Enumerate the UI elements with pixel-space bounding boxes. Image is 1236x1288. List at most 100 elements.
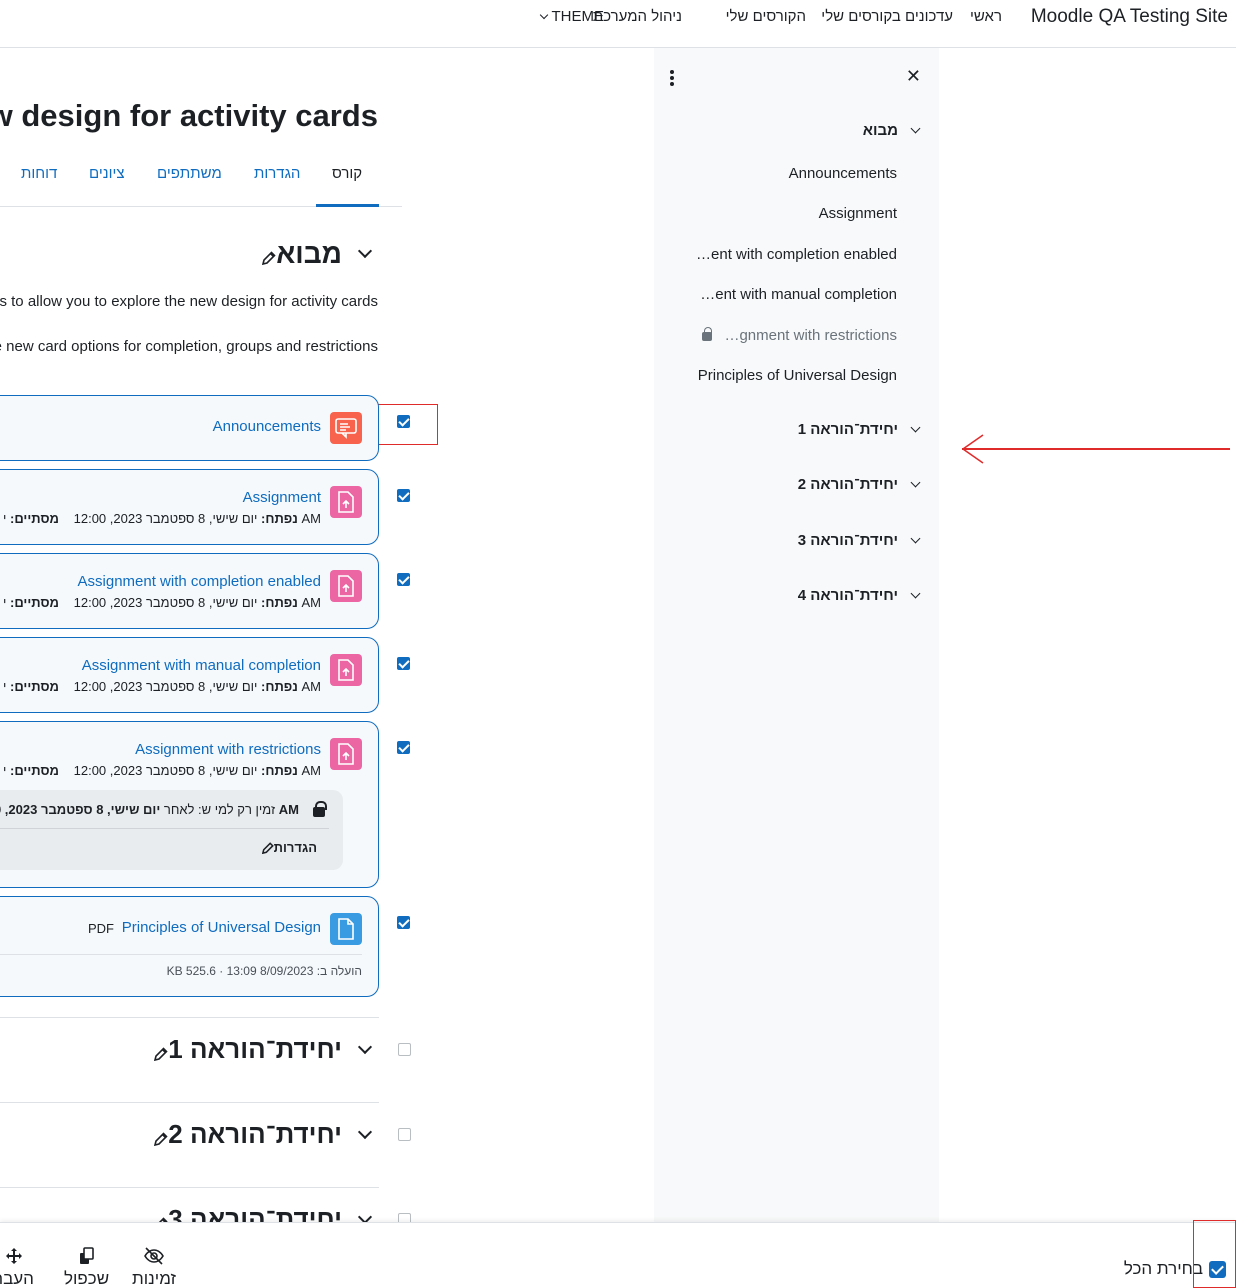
activity-select-checkbox[interactable] — [397, 916, 410, 929]
restriction-edit-button[interactable]: הגדרות — [256, 840, 317, 855]
section-summary-line: s to allow you to explore the new design… — [0, 293, 378, 310]
restriction-edit-label: הגדרות — [273, 840, 317, 855]
activity-due-date: מסתיים: י — [3, 679, 59, 694]
close-icon[interactable]: ✕ — [906, 66, 921, 87]
annotation-arrow-head — [962, 434, 984, 464]
activity-card-assignment-manual[interactable]: Assignment with manual completion נפתח: … — [0, 637, 379, 713]
move-icon — [5, 1248, 22, 1264]
assignment-icon — [330, 654, 362, 686]
more-options-icon[interactable] — [668, 70, 676, 88]
course-index-drawer: ✕ מבוא Announcements Assignment …ent wit… — [654, 48, 939, 1288]
ci-section-title: יחידת־הוראה 2 — [797, 476, 898, 493]
tab-participants[interactable]: משתתפים — [157, 165, 222, 182]
chevron-down-icon[interactable] — [357, 1124, 373, 1139]
chevron-down-icon[interactable] — [910, 123, 921, 134]
activity-due-date: מסתיים: י — [3, 511, 59, 526]
date-value: י — [2, 595, 7, 610]
bulk-duplicate-button[interactable]: שכפול — [64, 1247, 109, 1288]
ci-item-assignment-completion[interactable]: …ent with completion enabled — [696, 246, 897, 263]
date-label: מסתיים: — [10, 595, 59, 610]
section-title[interactable]: יחידת־הוראה 1 — [168, 1034, 342, 1065]
activity-select-checkbox[interactable] — [397, 489, 410, 502]
activity-select-checkbox[interactable] — [397, 657, 410, 670]
activity-name[interactable]: Assignment — [243, 489, 321, 506]
file-icon — [330, 913, 362, 945]
tab-course[interactable]: קורס — [332, 165, 362, 182]
activity-name[interactable]: Assignment with completion enabled — [78, 573, 321, 590]
restriction-box: זמין רק למי ש: לאחר יום שישי, 8 ספטמבר 2… — [0, 790, 343, 870]
pencil-icon[interactable] — [262, 251, 276, 265]
activity-select-checkbox[interactable] — [397, 741, 410, 754]
restriction-prefix: זמין רק למי ש: לאחר — [163, 802, 276, 817]
activity-card-assignment-completion[interactable]: Assignment with completion enabled נפתח:… — [0, 553, 379, 629]
top-navbar: Moodle QA Testing Site ראשי עדכונים בקור… — [0, 0, 1236, 48]
date-value: י — [2, 511, 7, 526]
activity-card-announcements[interactable]: Announcements — [0, 395, 379, 461]
activity-due-date: מסתיים: י — [3, 763, 59, 778]
section-title[interactable]: מבוא — [276, 238, 342, 270]
annotation-arrow-line — [962, 448, 1230, 450]
ci-item-announcements[interactable]: Announcements — [789, 165, 897, 182]
nav-my-courses[interactable]: הקורסים שלי — [726, 8, 806, 25]
ci-section-title: יחידת־הוראה 1 — [797, 421, 898, 438]
assignment-icon — [330, 570, 362, 602]
chevron-down-icon[interactable] — [910, 422, 921, 433]
chevron-down-icon[interactable] — [357, 243, 373, 259]
activity-select-checkbox[interactable] — [397, 573, 410, 586]
annotation-highlight-box — [1193, 1220, 1236, 1288]
chevron-down-icon[interactable] — [910, 588, 921, 599]
eye-slash-icon — [144, 1247, 164, 1265]
ci-section-unit-2[interactable]: יחידת־הוראה 2 — [797, 476, 921, 493]
assignment-icon — [330, 738, 362, 770]
forum-icon — [330, 412, 362, 444]
nav-site-admin[interactable]: ניהול המערכת — [593, 8, 682, 25]
section-unit-1-header: יחידת־הוראה 1 — [142, 1034, 373, 1065]
assignment-icon — [330, 486, 362, 518]
nav-theme-menu[interactable]: THEME — [539, 8, 604, 25]
section-select-checkbox[interactable] — [398, 1043, 411, 1056]
chevron-down-icon[interactable] — [910, 533, 921, 544]
activity-select-checkbox[interactable] — [397, 415, 410, 428]
ci-section-unit-4[interactable]: יחידת־הוראה 4 — [797, 587, 921, 604]
activity-name[interactable]: Assignment with restrictions — [135, 741, 321, 758]
section-select-checkbox[interactable] — [398, 1128, 411, 1141]
activity-name[interactable]: Principles of Universal Design — [122, 919, 321, 936]
tab-reports[interactable]: דוחות — [21, 165, 57, 182]
select-all-label: בחירת הכל — [1123, 1259, 1203, 1278]
section-title[interactable]: יחידת־הוראה 2 — [168, 1119, 342, 1150]
ci-section-unit-1[interactable]: יחידת־הוראה 1 — [797, 421, 921, 438]
chevron-down-icon[interactable] — [357, 1039, 373, 1054]
activity-card-assignment-restrictions[interactable]: Assignment with restrictions נפתח: יום ש… — [0, 721, 379, 888]
pencil-icon[interactable] — [154, 1131, 168, 1146]
ci-section-title: יחידת־הוראה 4 — [797, 587, 898, 604]
activity-open-date: נפתח: יום שישי, 8 ספטמבר 2023, 12:00 AM — [74, 763, 321, 778]
section-summary-line: e new card options for completion, group… — [0, 338, 378, 355]
bulk-availability-button[interactable]: זמינות — [132, 1247, 176, 1288]
bulk-move-button[interactable]: העבר — [0, 1247, 34, 1288]
lock-icon — [313, 801, 327, 817]
tab-settings[interactable]: הגדרות — [254, 165, 300, 182]
bulk-action-label: העבר — [0, 1269, 34, 1288]
activity-open-date: נפתח: יום שישי, 8 ספטמבר 2023, 12:00 AM — [74, 595, 321, 610]
activity-name[interactable]: Announcements — [213, 418, 321, 435]
ci-section-title: מבוא — [862, 122, 898, 139]
site-name[interactable]: Moodle QA Testing Site — [1031, 6, 1228, 28]
nav-home[interactable]: ראשי — [970, 8, 1002, 25]
ci-item-assignment-manual[interactable]: …ent with manual completion — [700, 286, 897, 303]
activity-name[interactable]: Assignment with manual completion — [82, 657, 321, 674]
activity-open-date: נפתח: יום שישי, 8 ספטמבר 2023, 12:00 AM — [74, 679, 321, 694]
tab-grades[interactable]: ציונים — [89, 165, 125, 182]
activity-card-assignment[interactable]: Assignment נפתח: יום שישי, 8 ספטמבר 2023… — [0, 469, 379, 545]
chevron-down-icon[interactable] — [910, 477, 921, 488]
date-label: מסתיים: — [10, 763, 59, 778]
date-value: י — [2, 679, 7, 694]
pencil-icon[interactable] — [154, 1046, 168, 1061]
ci-item-assignment[interactable]: Assignment — [819, 205, 897, 222]
nav-course-updates[interactable]: עדכונים בקורסים שלי — [821, 8, 953, 25]
activity-card-principles[interactable]: Principles of Universal Design PDF KB 52… — [0, 896, 379, 997]
ci-section-unit-3[interactable]: יחידת־הוראה 3 — [798, 532, 921, 549]
ci-item-principles[interactable]: Principles of Universal Design — [698, 367, 897, 384]
ci-item-assignment-restrictions[interactable]: …gnment with restrictions — [702, 327, 897, 344]
ci-section-intro[interactable]: מבוא — [862, 122, 921, 139]
date-label: מסתיים: — [10, 511, 59, 526]
